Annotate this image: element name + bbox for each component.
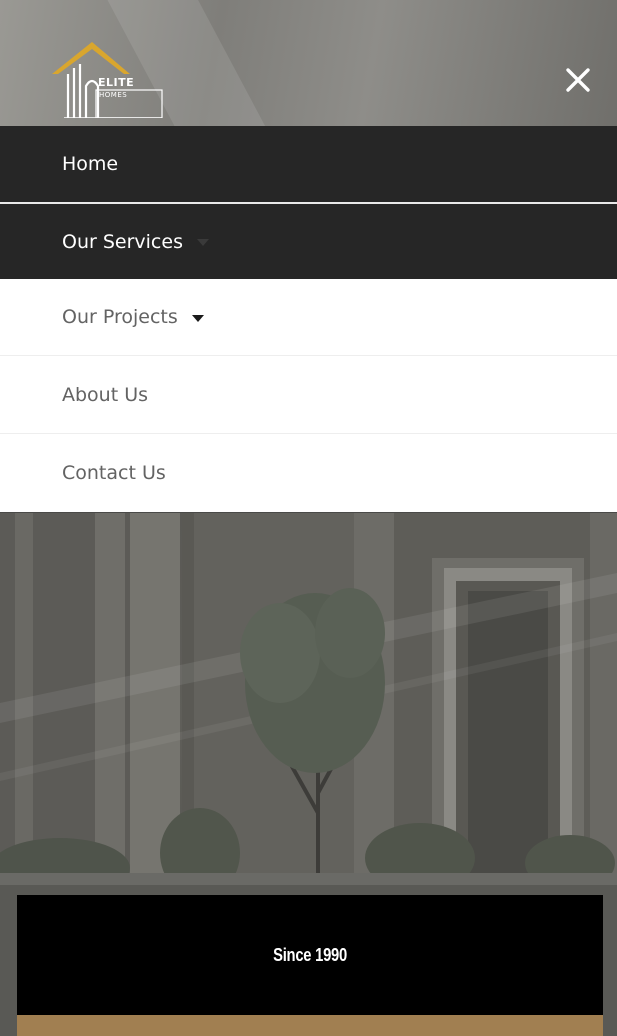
since-banner: Since 1990 [17,895,603,1015]
close-menu-button[interactable] [556,58,600,102]
nav-item-our-projects[interactable]: Our Projects [0,279,617,356]
logo-text-secondary: HOMES [99,91,128,99]
nav-item-about-us[interactable]: About Us [0,356,617,434]
logo-text-primary: ELITE [98,76,135,89]
accent-bar [17,1015,603,1036]
chevron-down-icon[interactable] [191,314,204,322]
nav-item-label: Our Services [62,230,183,253]
close-icon [566,68,590,92]
nav-item-our-services[interactable]: Our Services [0,202,617,279]
nav-item-label: About Us [62,383,149,406]
nav-item-label: Home [62,153,119,175]
mobile-page: ELITE HOMES Home Our Services Our Projec… [0,0,617,1036]
chevron-down-icon[interactable] [196,239,209,246]
nav-item-label: Our Projects [62,306,178,328]
since-label: Since 1990 [273,944,347,965]
nav-item-home[interactable]: Home [0,126,617,202]
hero-section: Since 1990 [0,513,617,1036]
nav-item-label: Contact Us [62,462,166,484]
mobile-nav-menu: Home Our Services Our Projects About Us … [0,126,617,512]
site-header: ELITE HOMES [0,0,617,126]
nav-item-contact-us[interactable]: Contact Us [0,434,617,512]
